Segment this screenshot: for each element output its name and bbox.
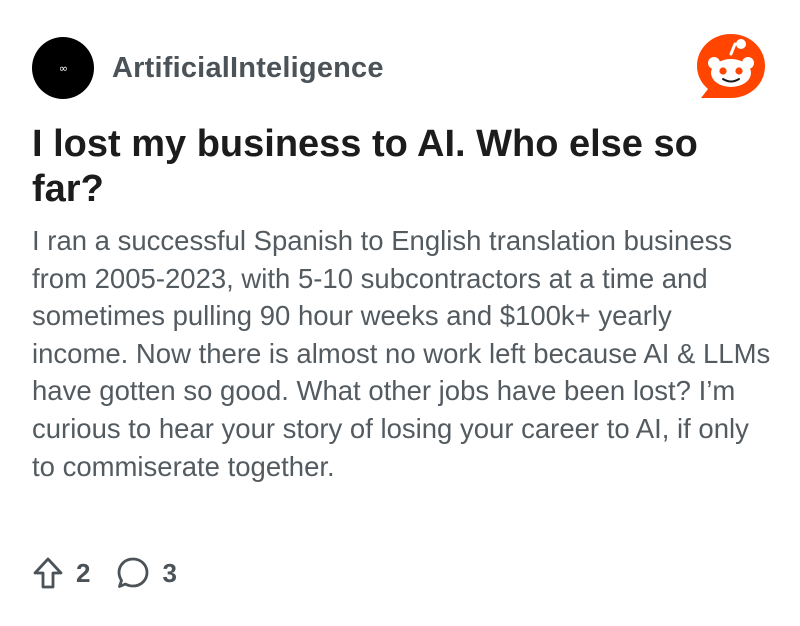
comment-count: 3	[162, 557, 177, 588]
reddit-logo-icon	[697, 34, 765, 98]
comments-button[interactable]: 3	[116, 556, 177, 590]
community-name[interactable]: ArtificialInteligence	[112, 52, 384, 85]
post-card: ∞ ArtificialInteligence I lost my busine…	[0, 0, 800, 626]
upvote-arrow-icon	[33, 557, 63, 589]
community-avatar[interactable]: ∞	[32, 37, 94, 99]
post-actions: 2 3	[32, 556, 203, 590]
avatar-glyph: ∞	[58, 61, 68, 75]
post-header: ∞ ArtificialInteligence	[32, 34, 767, 100]
post-body: I ran a successful Spanish to English tr…	[32, 225, 771, 482]
upvote-button[interactable]: 2	[32, 556, 90, 590]
comment-bubble-icon	[118, 557, 149, 588]
upvote-count: 2	[76, 557, 91, 588]
post-title[interactable]: I lost my business to AI. Who else so fa…	[32, 122, 762, 212]
